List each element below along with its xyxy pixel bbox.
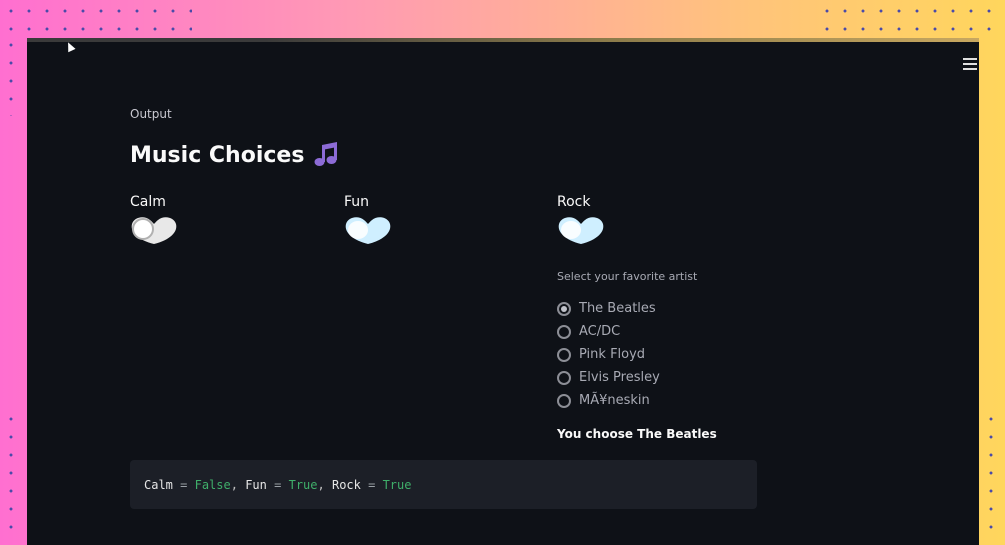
app-window: Output Music Choices Calm Fun Rock Selec… — [27, 38, 979, 545]
radio-option-elvis-presley[interactable]: Elvis Presley — [557, 366, 697, 389]
heart-toggle-icon — [345, 217, 391, 244]
code-token: = — [274, 477, 282, 492]
code-token: True — [288, 477, 318, 492]
radio-option-label: AC/DC — [579, 324, 621, 339]
code-token: Calm — [144, 477, 173, 492]
fun-toggle[interactable] — [344, 214, 392, 246]
radio-option-label: The Beatles — [579, 301, 656, 316]
code-token: Rock — [331, 477, 361, 492]
calm-toggle[interactable] — [130, 214, 178, 246]
toggle-knob — [132, 218, 154, 240]
decor-dots — [2, 2, 192, 36]
page-title: Music Choices — [130, 142, 340, 168]
decor-dots — [2, 36, 22, 116]
radio-group-title: Select your favorite artist — [557, 270, 698, 283]
radio-button-selected — [557, 301, 571, 316]
code-token: = — [368, 477, 376, 492]
toggle-label: Fun — [344, 194, 370, 210]
code-token: , — [230, 477, 238, 492]
top-decoration-bar — [27, 38, 979, 42]
toggle-calm: Calm — [130, 194, 178, 246]
radio-button — [557, 393, 571, 408]
selection-result: You choose The Beatles — [557, 427, 717, 441]
artist-radio-group: Select your favorite artist The Beatles … — [557, 270, 697, 412]
radio-option-the-beatles[interactable]: The Beatles — [557, 297, 697, 320]
radio-button — [557, 347, 571, 362]
radio-option-pink-floyd[interactable]: Pink Floyd — [557, 343, 697, 366]
radio-button — [557, 370, 571, 385]
radio-option-label: Elvis Presley — [579, 370, 660, 385]
toggle-label: Calm — [130, 194, 166, 210]
radio-button — [557, 324, 571, 339]
hamburger-menu-icon[interactable] — [963, 58, 977, 70]
toggle-fun: Fun — [344, 194, 392, 246]
radio-option-label: Pink Floyd — [579, 347, 646, 362]
code-token: True — [382, 477, 412, 492]
heart-toggle-icon — [558, 217, 604, 244]
output-label: Output — [130, 107, 172, 121]
code-token: Fun — [245, 477, 267, 492]
code-token: False — [194, 477, 231, 492]
decor-dots — [818, 2, 1003, 36]
toggle-rock: Rock — [557, 194, 605, 246]
decor-dots — [2, 410, 22, 540]
code-token: = — [180, 477, 188, 492]
toggle-label: Rock — [557, 194, 591, 210]
code-output-box: Calm = False, Fun = True, Rock = True — [130, 460, 757, 509]
radio-option-acdc[interactable]: AC/DC — [557, 320, 697, 343]
decor-dots — [982, 410, 1002, 540]
rock-toggle[interactable] — [557, 214, 605, 246]
radio-option-maneskin[interactable]: MÃ¥neskin — [557, 389, 697, 412]
music-note-icon — [314, 142, 338, 166]
code-token: , — [317, 477, 325, 492]
radio-option-label: MÃ¥neskin — [579, 393, 650, 408]
page-title-text: Music Choices — [130, 142, 305, 168]
